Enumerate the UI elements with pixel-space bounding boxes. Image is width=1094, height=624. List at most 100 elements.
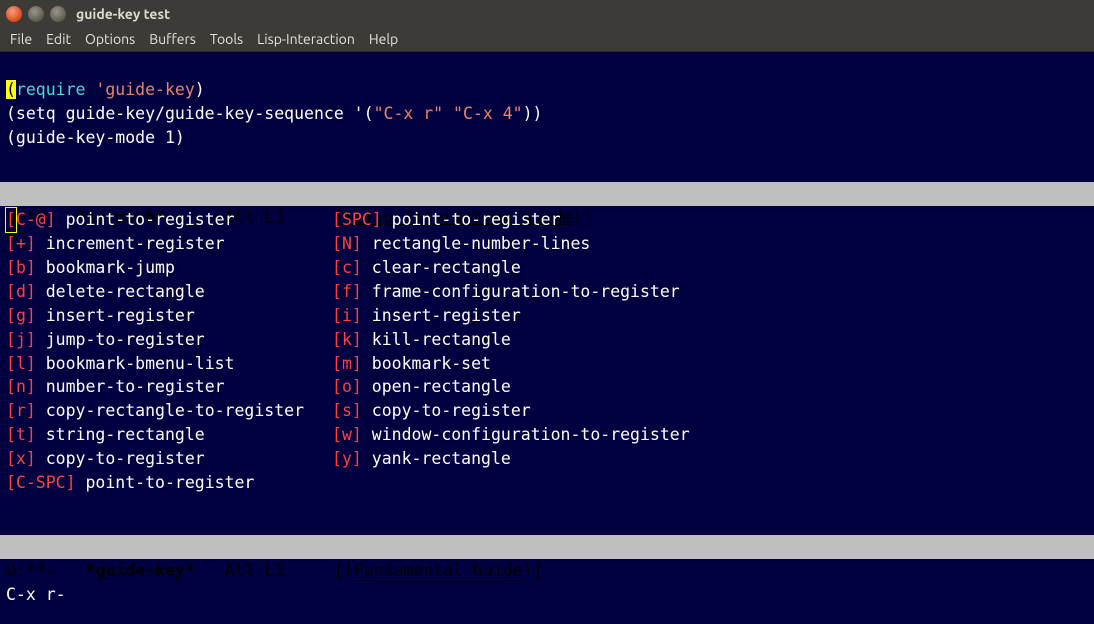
binding-key-open-bracket: [ xyxy=(6,328,16,352)
binding-key-open-bracket: [ xyxy=(332,304,342,328)
binding-key: w xyxy=(342,423,352,447)
binding-spacer xyxy=(362,447,372,471)
binding-key-close-bracket: ] xyxy=(26,447,36,471)
binding-key-close-bracket: ] xyxy=(372,208,382,232)
binding-key-open-bracket: [ xyxy=(6,399,16,423)
binding-key-open-bracket: [ xyxy=(332,352,342,376)
binding-command: copy-to-register xyxy=(372,399,531,423)
binding-key-open-bracket: [ xyxy=(332,280,342,304)
binding-key-close-bracket: ] xyxy=(352,328,362,352)
code-line2-head: (setq guide-key/guide-key-sequence '( xyxy=(6,104,374,123)
binding-row: [i] insert-register xyxy=(332,304,690,328)
binding-key: s xyxy=(342,399,352,423)
binding-key: SPC xyxy=(342,208,372,232)
binding-key-open-bracket: [ xyxy=(6,280,16,304)
menu-buffers[interactable]: Buffers xyxy=(149,29,196,49)
binding-key-close-bracket: ] xyxy=(66,471,76,495)
binding-key-close-bracket: ] xyxy=(352,352,362,376)
binding-spacer xyxy=(362,375,372,399)
code-space xyxy=(85,80,95,99)
binding-spacer xyxy=(36,447,46,471)
binding-key-open-bracket: [ xyxy=(6,471,16,495)
binding-command: delete-rectangle xyxy=(46,280,205,304)
binding-key-open-bracket: [ xyxy=(6,447,16,471)
binding-row: [y] yank-rectangle xyxy=(332,447,690,471)
modeline2-status: U:**- xyxy=(6,561,85,580)
binding-key-open-bracket: [ xyxy=(6,423,16,447)
binding-key-open-bracket: [ xyxy=(332,256,342,280)
binding-key: x xyxy=(16,447,26,471)
bindings-column-2: [SPC] point-to-register[N] rectangle-num… xyxy=(332,208,690,495)
window-maximize-button[interactable] xyxy=(50,6,66,22)
binding-key-open-bracket: [ xyxy=(332,423,342,447)
binding-command: insert-register xyxy=(372,304,521,328)
binding-spacer xyxy=(362,280,372,304)
binding-key-open-bracket: [ xyxy=(6,256,16,280)
window-minimize-button[interactable] xyxy=(28,6,44,22)
menu-options[interactable]: Options xyxy=(85,29,135,49)
binding-command: kill-rectangle xyxy=(372,328,511,352)
binding-key: d xyxy=(16,280,26,304)
binding-row: [m] bookmark-set xyxy=(332,352,690,376)
binding-command: point-to-register xyxy=(66,208,235,232)
binding-row: [+] increment-register xyxy=(6,232,304,256)
binding-key: j xyxy=(16,328,26,352)
binding-key-close-bracket: ] xyxy=(352,423,362,447)
binding-key-close-bracket: ] xyxy=(26,232,36,256)
binding-key-open-bracket: [ xyxy=(6,232,16,256)
binding-command: frame-configuration-to-register xyxy=(372,280,680,304)
binding-command: open-rectangle xyxy=(372,375,511,399)
modeline2-position: All L1 xyxy=(195,561,334,580)
binding-key-open-bracket: [ xyxy=(6,304,16,328)
binding-key: t xyxy=(16,423,26,447)
scratch-buffer[interactable]: (require 'guide-key) (setq guide-key/gui… xyxy=(0,52,1094,182)
binding-row: [d] delete-rectangle xyxy=(6,280,304,304)
binding-key: C-SPC xyxy=(16,471,66,495)
modeline2-modes-open: [( xyxy=(334,561,354,580)
binding-key: n xyxy=(16,375,26,399)
binding-key-close-bracket: ] xyxy=(26,375,36,399)
menu-tools[interactable]: Tools xyxy=(210,29,243,49)
binding-key-close-bracket: ] xyxy=(352,256,362,280)
modeline2-modes[interactable]: Fundamental Guide xyxy=(354,561,523,580)
binding-key: i xyxy=(342,304,352,328)
binding-spacer xyxy=(36,256,46,280)
menu-help[interactable]: Help xyxy=(369,29,398,49)
menu-bar: File Edit Options Buffers Tools Lisp-Int… xyxy=(0,28,1094,52)
menu-edit[interactable]: Edit xyxy=(46,29,71,49)
binding-key-open-bracket: [ xyxy=(332,399,342,423)
window-title: guide-key test xyxy=(76,4,170,24)
binding-key: o xyxy=(342,375,352,399)
binding-command: rectangle-number-lines xyxy=(372,232,591,256)
binding-row: [r] copy-rectangle-to-register xyxy=(6,399,304,423)
modeline-guide-key: U:**- *guide-key* All L1 [(Fundamental G… xyxy=(0,535,1094,559)
binding-key-close-bracket: ] xyxy=(46,208,56,232)
bindings-column-1: [C-@] point-to-register[+] increment-reg… xyxy=(6,208,304,495)
binding-command: bookmark-set xyxy=(372,352,491,376)
binding-spacer xyxy=(382,208,392,232)
binding-key: c xyxy=(342,256,352,280)
binding-row: [f] frame-configuration-to-register xyxy=(332,280,690,304)
binding-key-close-bracket: ] xyxy=(26,280,36,304)
guide-key-buffer[interactable]: [C-@] point-to-register[+] increment-reg… xyxy=(0,206,1094,495)
binding-key: C-@ xyxy=(16,208,46,232)
binding-key-close-bracket: ] xyxy=(26,256,36,280)
binding-command: point-to-register xyxy=(392,208,561,232)
menu-file[interactable]: File xyxy=(10,29,32,49)
modeline-scratch: U:**- *scratch* All L1 [(Lisp Interactio… xyxy=(0,182,1094,206)
window-close-button[interactable] xyxy=(6,6,22,22)
binding-key-close-bracket: ] xyxy=(352,280,362,304)
binding-row: [g] insert-register xyxy=(6,304,304,328)
binding-key-close-bracket: ] xyxy=(352,375,362,399)
binding-spacer xyxy=(362,256,372,280)
binding-command: number-to-register xyxy=(46,375,225,399)
binding-spacer xyxy=(36,352,46,376)
binding-row: [N] rectangle-number-lines xyxy=(332,232,690,256)
binding-row: [b] bookmark-jump xyxy=(6,256,304,280)
binding-key-open-bracket: [ xyxy=(332,328,342,352)
binding-row: [t] string-rectangle xyxy=(6,423,304,447)
menu-lisp[interactable]: Lisp-Interaction xyxy=(257,29,355,49)
minibuffer-text: C-x r- xyxy=(6,585,66,604)
code-string-2: "C-x 4" xyxy=(453,104,523,123)
code-line2-end: )) xyxy=(523,104,543,123)
